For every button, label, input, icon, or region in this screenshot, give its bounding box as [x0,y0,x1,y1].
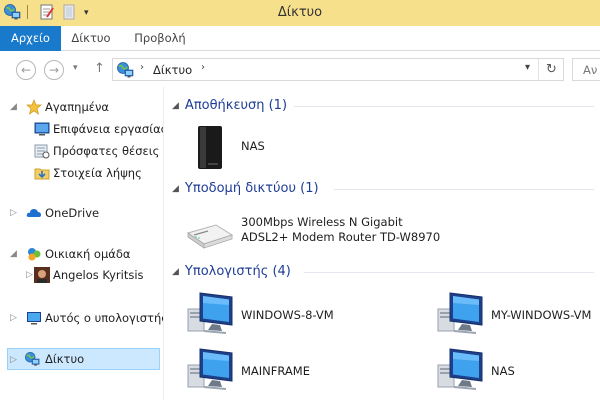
router-icon [186,211,234,255]
nav-item-homegroup-user[interactable]: ▷ Angelos Kyritsis [26,265,163,285]
desktop-icon [34,122,50,136]
collapse-chevron-icon[interactable]: ◢ [172,96,179,116]
cloud-icon [26,209,41,217]
nav-item-label: Αγαπημένα [45,100,110,114]
item-label-line2: ADSL2+ Modem Router TD-W8970 [241,230,441,244]
breadcrumb-chevron-icon[interactable]: › [140,62,144,73]
up-button[interactable]: ↑ [94,61,105,76]
nav-item-homegroup[interactable]: ◢ Οικιακή ομάδα [10,244,156,264]
group-header-label: Αποθήκευση (1) [184,98,288,113]
network-item-computer[interactable]: WINDOWS-8-VM [186,291,386,335]
item-label: MAINFRAME [241,364,310,378]
group-divider [334,189,594,190]
tab-view[interactable]: Προβολή [127,26,193,51]
group-divider [304,272,594,273]
nav-item-desktop[interactable]: Επιφάνεια εργασίας [34,119,167,139]
item-label: NAS [491,364,515,378]
computer-icon [186,291,234,335]
network-item-computer[interactable]: MY-WINDOWS-VM [436,291,600,335]
group-header-infrastructure[interactable]: ◢ Υποδομή δικτύου (1) [172,179,319,199]
group-header-computers[interactable]: ◢ Υπολογιστής (4) [172,262,291,282]
item-label: 300Mbps Wireless N Gigabit [241,215,403,229]
forward-button[interactable]: → [44,60,64,80]
navigation-pane: ◢ Αγαπημένα Επιφάνεια εργασίας Πρόσφατες… [0,87,168,400]
homegroup-icon [28,248,41,261]
refresh-button[interactable]: ↻ [538,59,564,80]
back-button[interactable]: ← [16,60,36,80]
computer-icon [436,347,484,391]
nav-item-onedrive[interactable]: ▷ OneDrive [10,203,156,223]
network-item-router[interactable]: 300Mbps Wireless N Gigabit ADSL2+ Modem … [186,211,466,251]
collapse-chevron-icon[interactable]: ◢ [10,244,17,264]
address-row: ← → ▾ ↑ › Δίκτυο › ▾ ↻ Αν [0,51,600,87]
tab-network[interactable]: Δίκτυο [63,26,119,51]
search-input[interactable]: Αν [572,58,600,81]
nav-item-label: Στοιχεία λήψης [53,166,142,180]
nav-item-favorites[interactable]: ◢ Αγαπημένα [10,97,156,117]
computer-icon [27,312,41,325]
nav-item-label: Angelos Kyritsis [53,268,144,282]
group-header-label: Υπολογιστής (4) [184,264,291,279]
star-icon [26,99,42,115]
address-bar[interactable]: › Δίκτυο › ▾ ↻ [112,58,564,81]
breadcrumb-chevron-icon[interactable]: › [201,62,205,73]
nav-item-label: Πρόσφατες θέσεις [53,144,160,158]
tab-file[interactable]: Αρχείο [0,26,61,51]
nav-item-label: Επιφάνεια εργασίας [53,122,168,136]
expand-chevron-icon[interactable]: ▷ [10,308,17,328]
recent-locations-chevron-down-icon[interactable]: ▾ [73,63,78,73]
network-item-nas-storage[interactable]: NAS [186,125,346,169]
downloads-icon [34,168,50,180]
item-label: NAS [241,139,265,153]
nav-item-label: OneDrive [45,206,100,220]
ribbon-tabs: Αρχείο Δίκτυο Προβολή [0,26,600,51]
breadcrumb-network[interactable]: Δίκτυο [153,63,192,77]
collapse-chevron-icon[interactable]: ◢ [172,262,179,282]
expand-chevron-icon[interactable]: ▷ [26,265,33,285]
expand-chevron-icon[interactable]: ▷ [10,350,17,370]
nav-item-label: Αυτός ο υπολογιστής [45,311,168,325]
nav-item-recent-places[interactable]: Πρόσφατες θέσεις [34,141,163,161]
network-icon [24,351,40,367]
group-header-label: Υποδομή δικτύου (1) [184,181,319,196]
address-history-chevron-down-icon[interactable]: ▾ [525,62,530,73]
group-header-storage[interactable]: ◢ Αποθήκευση (1) [172,96,287,116]
nav-item-downloads[interactable]: Στοιχεία λήψης [34,163,163,183]
avatar [34,267,50,283]
network-item-computer[interactable]: NAS [436,347,600,391]
window-title: Δίκτυο [277,5,323,20]
item-label: WINDOWS-8-VM [241,308,334,322]
recent-places-icon [34,144,50,159]
network-item-computer[interactable]: MAINFRAME [186,347,386,391]
expand-chevron-icon[interactable]: ▷ [10,203,17,223]
collapse-chevron-icon[interactable]: ◢ [10,97,17,117]
network-icon [116,61,134,79]
nas-drive-icon [186,125,234,169]
nav-item-this-pc[interactable]: ▷ Αυτός ο υπολογιστής [10,308,168,328]
group-divider [294,106,594,107]
nav-item-network[interactable]: ▷ Δίκτυο [7,348,160,370]
title-bar: ▾ Δίκτυο [0,0,600,26]
nav-item-label: Δίκτυο [45,352,85,366]
nav-item-label: Οικιακή ομάδα [45,247,131,261]
computer-icon [186,347,234,391]
content-pane: ◢ Αποθήκευση (1) NAS ◢ Υποδομή δικτύου (1)… [164,87,600,400]
computer-icon [436,291,484,335]
item-label: MY-WINDOWS-VM [491,308,592,322]
collapse-chevron-icon[interactable]: ◢ [172,179,179,199]
